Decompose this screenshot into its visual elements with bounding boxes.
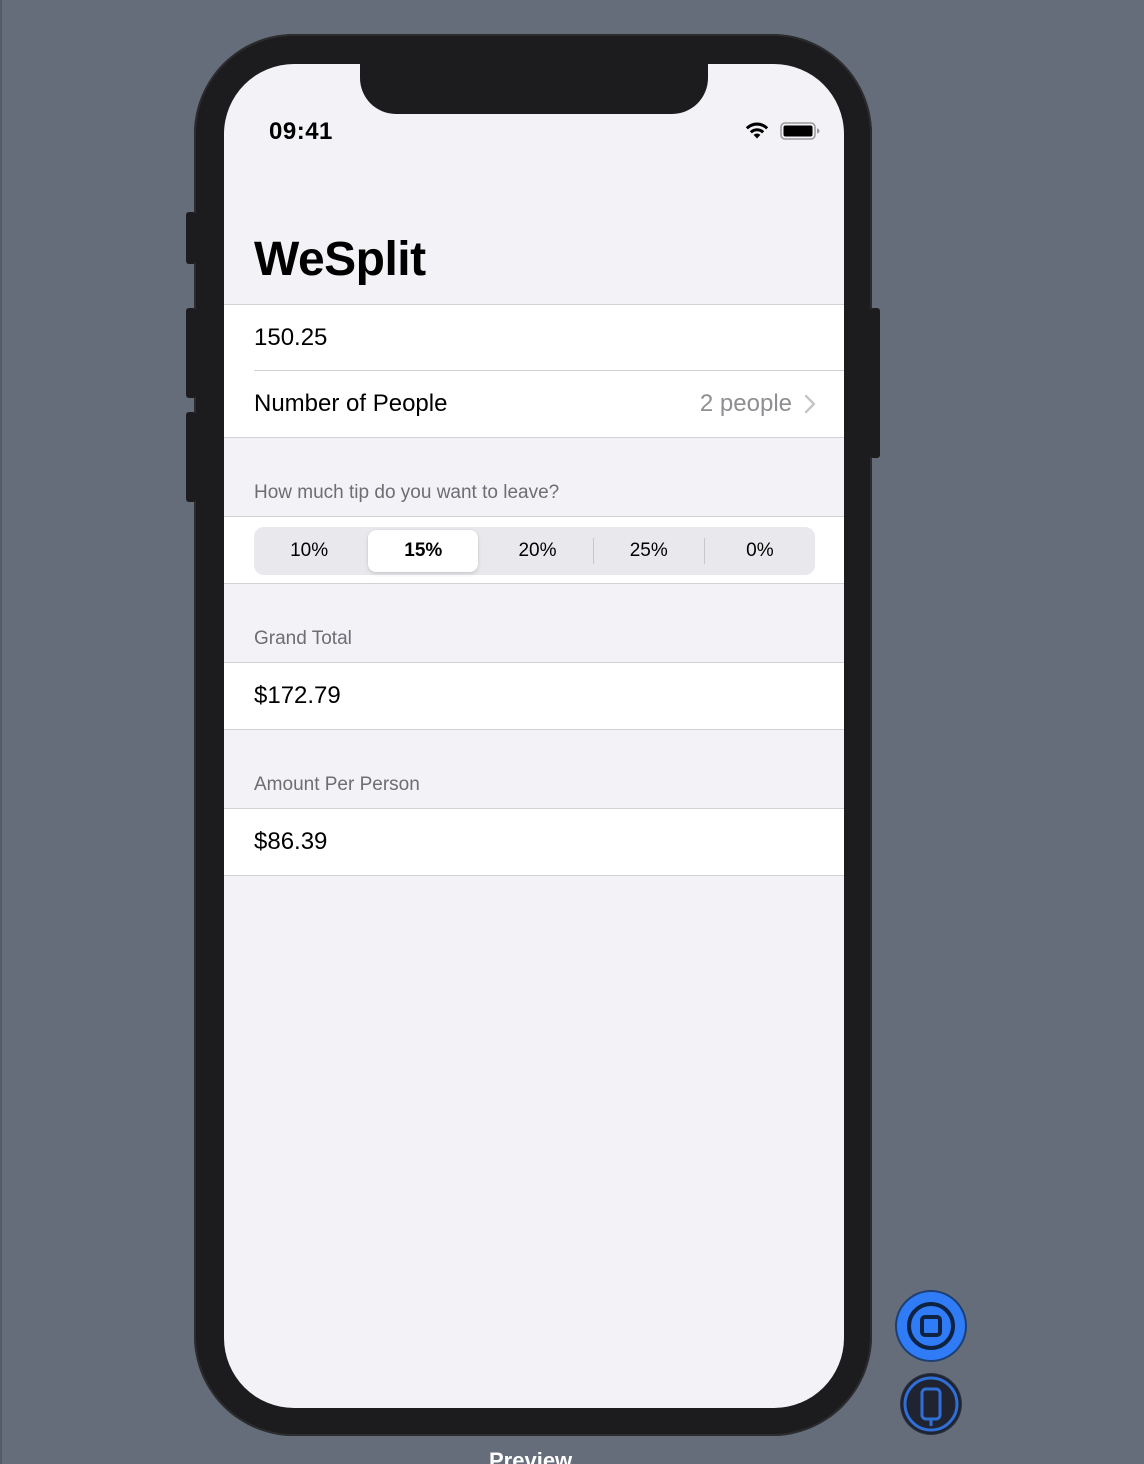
canvas-edge xyxy=(0,0,2,1464)
per-person-header: Amount Per Person xyxy=(254,774,420,795)
segment-separator xyxy=(364,538,365,564)
per-person-group: $86.39 xyxy=(224,808,844,876)
volume-up-button xyxy=(186,308,196,398)
per-person-value: $86.39 xyxy=(254,828,328,855)
tip-option-20[interactable]: 20% xyxy=(482,530,592,572)
input-group: 150.25 Number of People 2 people xyxy=(224,304,844,438)
notch xyxy=(360,64,708,114)
preview-label: Preview xyxy=(489,1448,573,1464)
device-settings-button[interactable] xyxy=(901,1374,961,1434)
number-of-people-row[interactable]: Number of People 2 people xyxy=(224,371,844,437)
power-button xyxy=(870,308,880,458)
chevron-right-icon xyxy=(804,394,816,414)
tip-option-15[interactable]: 15% xyxy=(368,530,479,572)
grand-total-row: $172.79 xyxy=(224,663,844,729)
page-title: WeSplit xyxy=(254,233,426,286)
tip-option-25[interactable]: 25% xyxy=(594,530,704,572)
device-frame: 09:41 WeSplit 150.25 Number of People 2 … xyxy=(186,34,880,1436)
status-time: 09:41 xyxy=(269,118,333,145)
tip-section-header: How much tip do you want to leave? xyxy=(254,482,560,503)
grand-total-header: Grand Total xyxy=(254,628,352,649)
tip-group: 10% 15% 20% 25% 0% xyxy=(224,516,844,584)
tip-option-10[interactable]: 10% xyxy=(254,530,364,572)
amount-input-row[interactable]: 150.25 xyxy=(224,305,844,371)
amount-input[interactable]: 150.25 xyxy=(254,324,327,352)
battery-icon xyxy=(780,122,820,140)
phone-device-icon xyxy=(903,1376,959,1432)
preview-canvas: 09:41 WeSplit 150.25 Number of People 2 … xyxy=(0,0,1144,1464)
per-person-row: $86.39 xyxy=(224,809,844,875)
wifi-icon xyxy=(745,122,769,139)
device-screen: 09:41 WeSplit 150.25 Number of People 2 … xyxy=(224,64,844,1408)
volume-down-button xyxy=(186,412,196,502)
silent-switch xyxy=(186,212,196,264)
live-preview-button[interactable] xyxy=(897,1292,965,1360)
live-preview-icon xyxy=(907,1302,955,1350)
number-of-people-value: 2 people xyxy=(699,390,792,417)
number-of-people-label: Number of People xyxy=(254,390,448,417)
tip-option-0[interactable]: 0% xyxy=(705,530,815,572)
tip-segmented-control[interactable]: 10% 15% 20% 25% 0% xyxy=(254,527,815,575)
grand-total-value: $172.79 xyxy=(254,682,341,709)
grand-total-group: $172.79 xyxy=(224,662,844,730)
